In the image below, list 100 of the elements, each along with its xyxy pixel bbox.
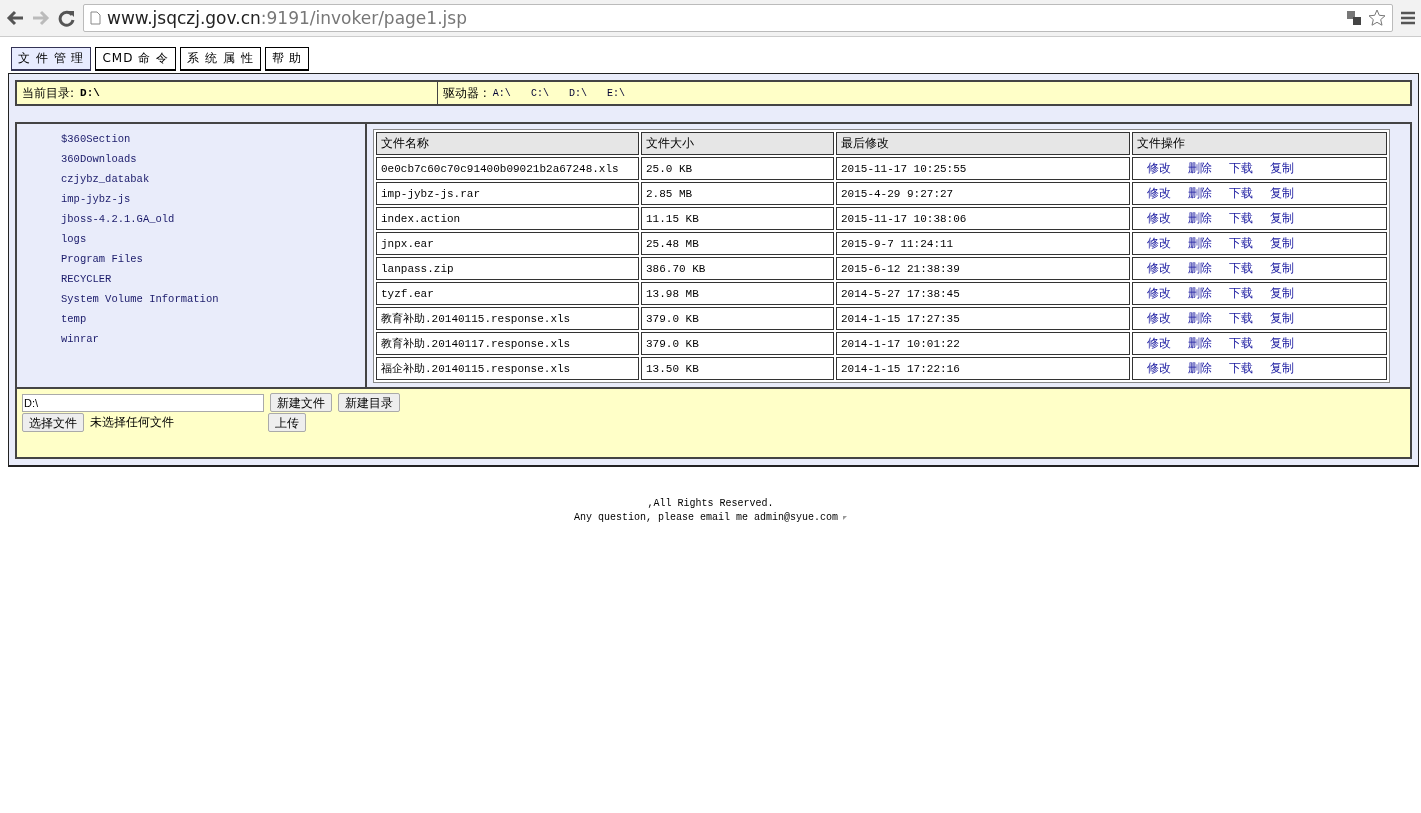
action-link[interactable]: 删除	[1188, 161, 1212, 175]
action-link[interactable]: 修改	[1147, 311, 1171, 325]
table-cell: 2015-11-17 10:25:55	[836, 157, 1130, 180]
table-cell: 25.48 MB	[641, 232, 834, 255]
action-link[interactable]: 下载	[1229, 161, 1253, 175]
star-icon[interactable]	[1368, 9, 1386, 27]
reload-icon[interactable]	[58, 9, 75, 27]
table-cell: jnpx.ear	[376, 232, 639, 255]
action-link[interactable]: 删除	[1188, 211, 1212, 225]
action-link[interactable]: 下载	[1229, 361, 1253, 375]
action-link[interactable]: 修改	[1147, 361, 1171, 375]
action-link[interactable]: 修改	[1147, 186, 1171, 200]
action-link[interactable]: 删除	[1188, 311, 1212, 325]
table-cell: 福企补助.20140115.response.xls	[376, 357, 639, 380]
action-link[interactable]: 修改	[1147, 161, 1171, 175]
drive-link[interactable]: D:\	[568, 87, 587, 99]
action-link[interactable]: 修改	[1147, 211, 1171, 225]
action-link[interactable]: 复制	[1270, 186, 1294, 200]
action-link[interactable]: 复制	[1270, 336, 1294, 350]
table-cell: tyzf.ear	[376, 282, 639, 305]
column-header: 最后修改	[836, 132, 1130, 155]
table-cell: 379.0 KB	[641, 332, 834, 355]
action-link[interactable]: 下载	[1229, 336, 1253, 350]
table-cell: 2015-4-29 9:27:27	[836, 182, 1130, 205]
table-cell: 11.15 KB	[641, 207, 834, 230]
table-cell: 2015-11-17 10:38:06	[836, 207, 1130, 230]
drive-link[interactable]: C:\	[530, 87, 549, 99]
menu-icon[interactable]	[1401, 11, 1415, 25]
drives-label: 驱动器 :	[443, 84, 487, 102]
action-link[interactable]: 下载	[1229, 236, 1253, 250]
action-link[interactable]: 下载	[1229, 186, 1253, 200]
action-link[interactable]: 下载	[1229, 286, 1253, 300]
table-cell: 2015-6-12 21:38:39	[836, 257, 1130, 280]
new-folder-button[interactable]: 新建目录	[338, 393, 400, 412]
action-link[interactable]: 下载	[1229, 211, 1253, 225]
table-cell: 教育补助.20140115.response.xls	[376, 307, 639, 330]
table-cell: 0e0cb7c60c70c91400b09021b2a67248.xls	[376, 157, 639, 180]
drive-link[interactable]: A:\	[492, 87, 511, 99]
table-cell: 13.50 KB	[641, 357, 834, 380]
folder-link[interactable]: temp	[61, 312, 87, 326]
action-link[interactable]: 删除	[1188, 286, 1212, 300]
action-link[interactable]: 下载	[1229, 311, 1253, 325]
folder-link[interactable]: RECYCLER	[61, 272, 112, 286]
path-input[interactable]: D:\	[22, 393, 264, 412]
column-header: 文件大小	[641, 132, 834, 155]
folder-link[interactable]: czjybz_databak	[61, 172, 150, 186]
action-link[interactable]: 复制	[1270, 261, 1294, 275]
action-link[interactable]: 修改	[1147, 236, 1171, 250]
action-link[interactable]: 修改	[1147, 261, 1171, 275]
choose-file-button[interactable]: 选择文件	[22, 413, 84, 432]
menu-tab[interactable]: 帮 助	[264, 47, 310, 71]
table-cell: 13.98 MB	[641, 282, 834, 305]
folder-link[interactable]: jboss-4.2.1.GA_old	[61, 212, 175, 226]
action-link[interactable]: 修改	[1147, 286, 1171, 300]
drive-link[interactable]: E:\	[606, 87, 625, 99]
folder-link[interactable]: imp-jybz-js	[61, 192, 131, 206]
folder-link[interactable]: Program Files	[61, 252, 143, 266]
action-link[interactable]: 复制	[1270, 161, 1294, 175]
folder-link[interactable]: System Volume Information	[61, 292, 219, 306]
action-link[interactable]: 复制	[1270, 211, 1294, 225]
menu-tab[interactable]: CMD 命 令	[95, 47, 177, 71]
action-link[interactable]: 删除	[1188, 261, 1212, 275]
table-cell: index.action	[376, 207, 639, 230]
menu-tab[interactable]: 系 统 属 性	[180, 47, 261, 71]
table-cell: 2.85 MB	[641, 182, 834, 205]
action-link[interactable]: 删除	[1188, 186, 1212, 200]
folder-link[interactable]: logs	[61, 232, 87, 246]
contact-text: Any question, please email me admin@syue.com	[573, 511, 838, 525]
folder-link[interactable]: $360Section	[61, 132, 131, 146]
no-file-text: 未选择任何文件	[90, 414, 175, 431]
back-icon[interactable]	[6, 10, 24, 26]
new-file-button[interactable]: 新建文件	[270, 393, 332, 412]
action-link[interactable]: 删除	[1188, 361, 1212, 375]
action-link[interactable]: 复制	[1270, 286, 1294, 300]
action-link[interactable]: 修改	[1147, 336, 1171, 350]
folder-link[interactable]: winrar	[61, 332, 99, 346]
current-dir-label: 当前目录:	[22, 84, 75, 102]
corner-mark-icon	[843, 516, 847, 520]
table-cell: 2014-1-17 10:01:22	[836, 332, 1130, 355]
table-cell: 教育补助.20140117.response.xls	[376, 332, 639, 355]
folder-link[interactable]: 360Downloads	[61, 152, 137, 166]
column-header: 文件操作	[1132, 132, 1387, 155]
table-cell: 379.0 KB	[641, 307, 834, 330]
table-cell: 386.70 KB	[641, 257, 834, 280]
action-link[interactable]: 复制	[1270, 311, 1294, 325]
action-link[interactable]: 复制	[1270, 236, 1294, 250]
table-cell: 2015-9-7 11:24:11	[836, 232, 1130, 255]
table-cell: 2014-1-15 17:22:16	[836, 357, 1130, 380]
menu-tab[interactable]: 文 件 管 理	[11, 47, 92, 71]
table-cell: 2014-5-27 17:38:45	[836, 282, 1130, 305]
table-cell: imp-jybz-js.rar	[376, 182, 639, 205]
column-header: 文件名称	[376, 132, 639, 155]
translate-icon[interactable]	[1346, 10, 1362, 26]
action-link[interactable]: 复制	[1270, 361, 1294, 375]
action-link[interactable]: 删除	[1188, 236, 1212, 250]
action-link[interactable]: 下载	[1229, 261, 1253, 275]
upload-button[interactable]: 上传	[268, 413, 306, 432]
action-link[interactable]: 删除	[1188, 336, 1212, 350]
table-cell: 25.0 KB	[641, 157, 834, 180]
address-bar[interactable]: www.jsqczj.gov.cn:9191/invoker/page1.jsp	[83, 4, 1393, 32]
